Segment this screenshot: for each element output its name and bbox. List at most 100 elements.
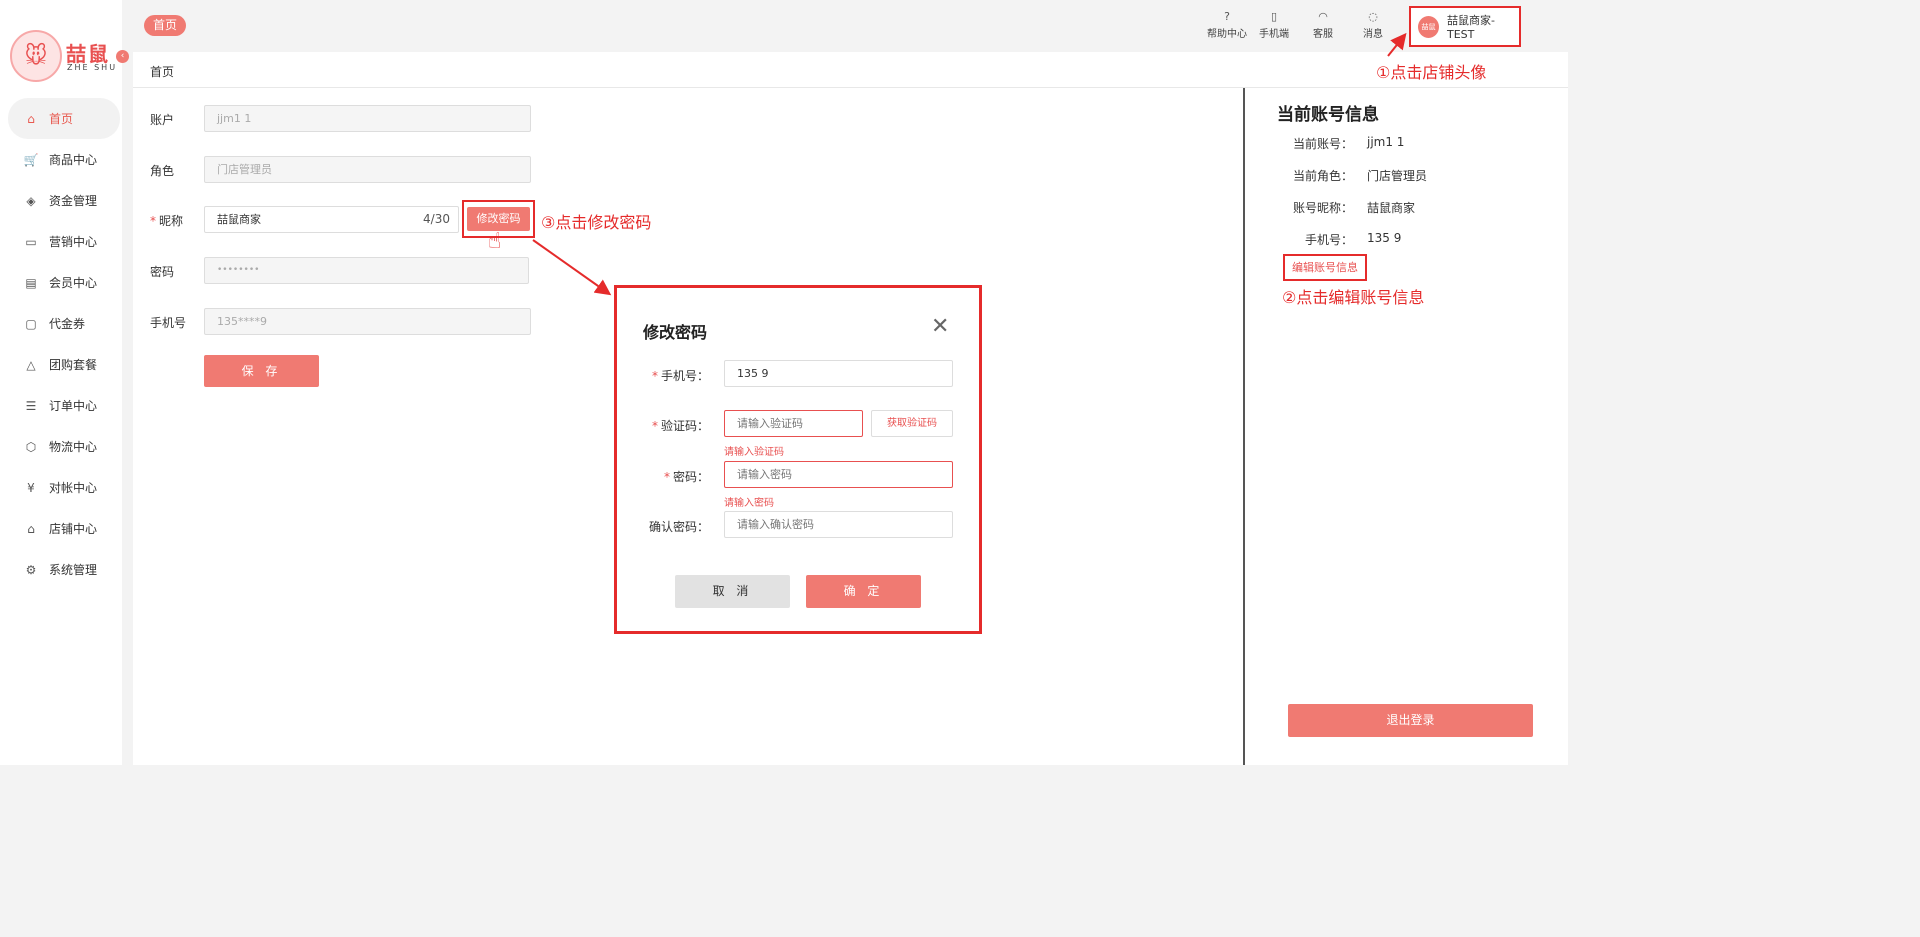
code-error: 请输入验证码 <box>724 447 784 458</box>
nickname-input[interactable]: 喆鼠商家 4/30 <box>204 206 459 233</box>
logo-mascot-icon: 🐭 <box>10 30 62 82</box>
sidebar-item-9[interactable]: ¥ 对帐中心 <box>0 467 122 508</box>
annotation-step3: ③点击修改密码 <box>541 213 652 232</box>
sidebar-item-10[interactable]: ⌂ 店铺中心 <box>0 508 122 549</box>
get-code-button[interactable]: 获取验证码 <box>871 410 953 437</box>
message-icon: ◌ <box>1368 10 1378 23</box>
header-tool-3[interactable]: ◌ 消息 <box>1351 10 1395 40</box>
collapse-sidebar-button[interactable]: ‹ <box>116 50 129 63</box>
cart-icon: 🛒 <box>23 152 39 167</box>
layers-icon: ◈ <box>26 193 36 208</box>
annotation-step2: ②点击编辑账号信息 <box>1282 288 1425 307</box>
yen-icon: ¥ <box>27 480 35 495</box>
phone-label: 手机号 <box>150 316 187 330</box>
box-icon: ⬡ <box>25 439 37 454</box>
sidebar-item-label: 店铺中心 <box>49 522 98 536</box>
sidebar-item-1[interactable]: 🛒 商品中心 <box>0 139 122 180</box>
sidebar-item-5[interactable]: ▢ 代金券 <box>0 303 122 344</box>
headset-icon: ◠ <box>1318 10 1328 23</box>
dialog-phone-label: * 手机号： <box>651 369 709 383</box>
info-label: 当前角色： <box>1292 169 1353 183</box>
header-tool-2[interactable]: ◠ 客服 <box>1301 10 1345 40</box>
sidebar-item-7[interactable]: ☰ 订单中心 <box>0 385 122 426</box>
logo: 🐭 喆鼠 ZHE SHU <box>10 30 120 86</box>
confirm-password-input[interactable] <box>724 511 953 538</box>
sidebar-item-0[interactable]: ⌂ 首页 <box>8 98 120 139</box>
header-tool-label: 客服 <box>1313 29 1333 40</box>
settings-icon: ⚙ <box>25 562 37 577</box>
verification-code-input[interactable] <box>724 410 863 437</box>
home-icon: ⌂ <box>27 111 35 126</box>
tab-home[interactable]: 首页 <box>144 15 187 36</box>
confirm-button[interactable]: 确 定 <box>806 575 921 608</box>
info-label: 当前账号： <box>1292 137 1353 151</box>
sidebar-nav: ⌂ 首页 🛒 商品中心 ◈ 资金管理 ▭ 营销中心 ▤ 会员中心 ▢ 代金券 △ 团购套餐 ☰ 订单中心 ⬡ 物流… <box>0 98 122 590</box>
nickname-counter: 4/30 <box>423 212 450 226</box>
header-tool-0[interactable]: ? 帮助中心 <box>1205 10 1249 40</box>
sidebar-item-8[interactable]: ⬡ 物流中心 <box>0 426 122 467</box>
account-value: jjm1 1 <box>217 112 252 125</box>
close-icon[interactable]: ✕ <box>931 316 949 338</box>
logout-button[interactable]: 退出登录 <box>1288 704 1533 737</box>
sidebar-item-label: 物流中心 <box>49 440 98 454</box>
role-field: 门店管理员 <box>204 156 531 183</box>
annotation-step1: ①点击店铺头像 <box>1376 63 1487 82</box>
sidebar-item-label: 对帐中心 <box>49 481 98 495</box>
account-info-panel: 当前账号信息 当前账号： jjm1 1 当前角色： 门店管理员 账号昵称： 喆鼠商家 手机号… <box>1245 88 1568 765</box>
coupon-icon: ▢ <box>25 316 37 331</box>
info-label: 手机号： <box>1304 233 1353 247</box>
sidebar-item-11[interactable]: ⚙ 系统管理 <box>0 549 122 590</box>
dialog-title: 修改密码 <box>643 323 708 342</box>
cancel-button[interactable]: 取 消 <box>675 575 790 608</box>
pointer-hand-icon: ☝ <box>488 229 502 254</box>
info-label: 账号昵称： <box>1292 201 1353 215</box>
phone-field: 135****9 <box>204 308 531 335</box>
edit-account-button[interactable]: 编辑账号信息 <box>1283 254 1367 281</box>
change-password-button[interactable]: 修改密码 <box>467 207 530 231</box>
header-tool-label: 帮助中心 <box>1207 29 1247 40</box>
shop-avatar-button[interactable]: 喆鼠 喆鼠商家-TEST <box>1409 6 1521 47</box>
info-value: 门店管理员 <box>1367 169 1428 183</box>
megaphone-icon: ▭ <box>25 234 37 249</box>
dialog-code-label: * 验证码： <box>651 419 709 433</box>
dialog-confirm-label: 确认密码： <box>648 520 709 534</box>
breadcrumb-bar: 首页 <box>133 52 1568 88</box>
vip-card-icon: ▤ <box>25 275 37 290</box>
header-tool-label: 手机端 <box>1259 29 1289 40</box>
sidebar-item-label: 团购套餐 <box>49 358 98 372</box>
shop-name: 喆鼠商家-TEST <box>1447 14 1495 41</box>
sidebar-item-6[interactable]: △ 团购套餐 <box>0 344 122 385</box>
password-error: 请输入密码 <box>724 498 774 509</box>
sidebar-item-4[interactable]: ▤ 会员中心 <box>0 262 122 303</box>
bag-icon: △ <box>26 357 36 372</box>
info-value: 喆鼠商家 <box>1367 201 1416 215</box>
header-tool-1[interactable]: ▯ 手机端 <box>1252 10 1296 40</box>
nickname-label: * 昵称 <box>150 214 184 228</box>
save-button[interactable]: 保 存 <box>204 355 319 387</box>
sidebar-item-label: 首页 <box>49 112 74 126</box>
sidebar-item-2[interactable]: ◈ 资金管理 <box>0 180 122 221</box>
account-label: 账户 <box>150 113 175 127</box>
order-icon: ☰ <box>25 398 37 413</box>
change-password-dialog: 修改密码 ✕ *手机号： 135 9 *验证码： 获取验证码 请输入验证码 *密… <box>614 285 982 634</box>
help-icon: ? <box>1224 10 1230 23</box>
sidebar-item-label: 订单中心 <box>49 399 98 413</box>
dialog-password-label: * 密码： <box>663 470 709 484</box>
sidebar-item-label: 营销中心 <box>49 235 98 249</box>
password-field: •••••••• <box>204 257 529 284</box>
breadcrumb: 首页 <box>150 65 175 79</box>
sidebar-item-label: 系统管理 <box>49 563 98 577</box>
password-input[interactable] <box>724 461 953 488</box>
app-root: 🐭 喆鼠 ZHE SHU ⌂ 首页 🛒 商品中心 ◈ 资金管理 ▭ 营销中心 ▤ 会员中心 ▢ 代金券… <box>0 0 1568 765</box>
account-field: jjm1 1 <box>204 105 531 132</box>
password-label: 密码 <box>150 265 175 279</box>
sidebar-item-label: 商品中心 <box>49 153 98 167</box>
top-header: 首页 ? 帮助中心 ▯ 手机端 ◠ 客服 ◌ 消息 喆鼠 喆鼠商家-TEST <box>133 0 1568 52</box>
sidebar-item-label: 会员中心 <box>49 276 98 290</box>
sidebar-item-label: 代金券 <box>49 317 86 331</box>
sidebar-item-3[interactable]: ▭ 营销中心 <box>0 221 122 262</box>
store-icon: ⌂ <box>27 521 35 536</box>
phone-icon: ▯ <box>1270 10 1278 23</box>
dialog-phone-field: 135 9 <box>724 360 953 387</box>
info-value: 135 9 <box>1367 231 1402 245</box>
